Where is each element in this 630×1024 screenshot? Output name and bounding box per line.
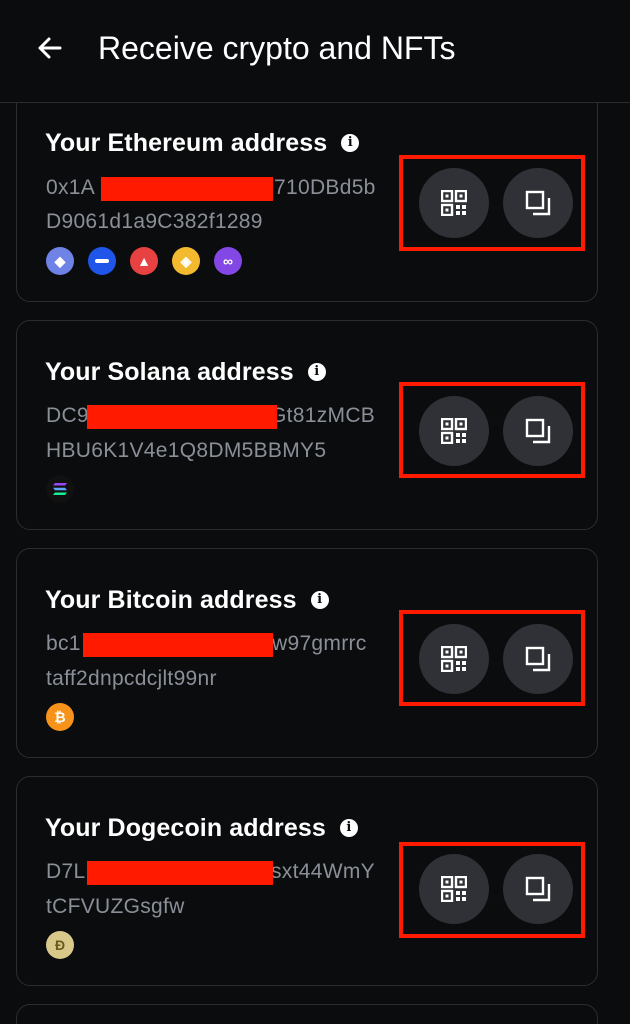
- bnb-icon: ◈: [172, 247, 200, 275]
- address-line-1-end: w97gmrrc: [272, 632, 367, 655]
- info-icon[interactable]: i: [307, 363, 326, 381]
- address-start: DC9: [46, 404, 89, 427]
- back-button[interactable]: [30, 28, 70, 68]
- highlight-box: [399, 610, 585, 706]
- highlight-box: [399, 155, 585, 251]
- supported-networks: ₿: [46, 703, 74, 731]
- redaction-bar: [87, 861, 273, 885]
- address-line-1: DC9: [46, 404, 89, 428]
- avalanche-icon: ▲: [130, 247, 158, 275]
- redaction-bar: [83, 633, 273, 657]
- redaction-bar: [101, 177, 273, 201]
- card-title: Your Solana address: [45, 357, 294, 386]
- card-title: Your Ethereum address: [45, 128, 328, 157]
- supported-networks: ◆ ▲ ◈ ∞: [46, 247, 242, 275]
- polygon-icon: ∞: [214, 247, 242, 275]
- info-icon[interactable]: i: [310, 591, 329, 609]
- info-icon[interactable]: i: [339, 819, 358, 837]
- highlight-box: [399, 842, 585, 938]
- ethereum-icon: ◆: [46, 247, 74, 275]
- info-icon[interactable]: i: [341, 134, 360, 152]
- card-title-row: Your Ethereum address i: [45, 127, 360, 159]
- solana-icon: [46, 475, 74, 503]
- address-line-1: D7L: [46, 860, 85, 884]
- address-line-1: bc1: [46, 632, 81, 656]
- address-line-1: 0x1A: [46, 176, 95, 200]
- supported-networks: Ð: [46, 931, 74, 959]
- address-start: D7L: [46, 860, 86, 883]
- card-title-row: Your Dogecoin address i: [45, 812, 358, 844]
- highlight-box: [399, 382, 585, 478]
- address-line-1-end: Gt81zMCB: [270, 404, 376, 427]
- card-title-row: Your Solana address i: [45, 356, 326, 388]
- address-line-2: D9061d1a9C382f1289: [46, 210, 263, 233]
- address-line-2: taff2dnpcdcjlt99nr: [46, 667, 217, 690]
- address-start: bc1: [46, 632, 81, 655]
- dogecoin-icon: Ð: [46, 931, 74, 959]
- address-line-1-end: 710DBd5b: [274, 176, 376, 199]
- base-icon: [88, 247, 116, 275]
- supported-networks: [46, 475, 74, 503]
- address-card-next: [16, 1004, 598, 1024]
- top-bar: Receive crypto and NFTs: [0, 0, 630, 103]
- page-title: Receive crypto and NFTs: [98, 30, 456, 66]
- address-line-1-end: sxt44WmY: [271, 860, 375, 883]
- card-title: Your Dogecoin address: [45, 813, 326, 842]
- receive-screen: Receive crypto and NFTs Your Ethereum ad…: [0, 0, 630, 1024]
- address-line-2: HBU6K1V4e1Q8DM5BBMY5: [46, 439, 327, 462]
- redaction-bar: [87, 405, 277, 429]
- card-title: Your Bitcoin address: [45, 585, 297, 614]
- address-start: 0x1A: [46, 176, 96, 199]
- card-title-row: Your Bitcoin address i: [45, 584, 329, 616]
- address-line-2: tCFVUZGsgfw: [46, 895, 185, 918]
- bitcoin-icon: ₿: [46, 703, 74, 731]
- arrow-left-icon: [38, 37, 62, 59]
